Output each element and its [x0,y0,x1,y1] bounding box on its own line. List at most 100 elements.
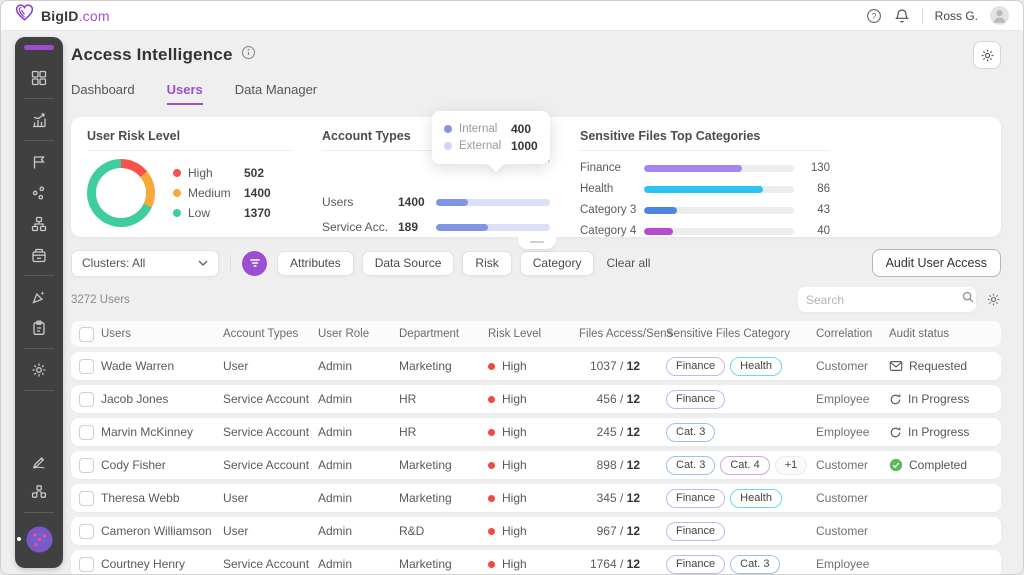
tab-users[interactable]: Users [167,82,203,105]
cell-user-name: Cameron Williamson [101,524,223,538]
clear-all-button[interactable]: Clear all [606,256,650,270]
table-row[interactable]: Cody Fisher Service Account Admin Market… [71,451,1001,479]
column-files-access[interactable]: Files Access/Sens [579,328,666,340]
cell-department: Marketing [399,491,488,505]
filter-chip-data-source[interactable]: Data Source [362,251,455,276]
flag-icon[interactable] [22,146,56,177]
category-chip[interactable]: Cat. 4 [720,456,769,475]
users-count: 3272 Users [71,294,130,306]
search-icon[interactable] [961,290,975,309]
column-users[interactable]: Users [101,328,223,340]
filter-chip-risk[interactable]: Risk [462,251,511,276]
category-chip[interactable]: Finance [666,357,725,376]
sync-icon [889,393,902,406]
dashboard-icon[interactable] [22,62,56,93]
analytics-icon[interactable] [22,104,56,135]
cell-files-access: 1037 / 12 [579,359,666,373]
cell-user-name: Courtney Henry [101,557,223,571]
table-row[interactable]: Marvin McKinney Service Account Admin HR… [71,418,1001,446]
sidebar-accent-bar [24,45,54,50]
cell-risk-level: High [488,425,579,439]
table-row[interactable]: Wade Warren User Admin Marketing High 10… [71,352,1001,380]
signature-pen-icon[interactable] [22,445,56,476]
clusters-dropdown[interactable]: Clusters: All [71,250,219,277]
column-correlation[interactable]: Correlation [816,328,889,340]
org-chart-icon[interactable] [22,208,56,239]
user-avatar[interactable] [990,6,1009,25]
category-chip[interactable]: Finance [666,522,725,541]
cell-sensitive-categories: Finance [666,522,816,541]
table-settings-icon[interactable] [986,292,1001,307]
row-checkbox[interactable] [79,392,94,407]
help-icon[interactable]: ? [866,8,882,24]
category-chip[interactable]: Finance [666,390,725,409]
table-row[interactable]: Cameron Williamson User Admin R&D High 9… [71,517,1001,545]
category-chip[interactable]: Finance [666,555,725,574]
row-checkbox[interactable] [79,557,94,572]
panel-collapse-handle[interactable] [518,237,556,249]
filter-chip-category[interactable]: Category [520,251,595,276]
cluster-dots-icon[interactable] [22,177,56,208]
clipboard-icon[interactable] [22,312,56,343]
notifications-bell-icon[interactable] [894,8,910,24]
cell-files-access: 967 / 12 [579,524,666,538]
cell-sensitive-categories: Finance [666,390,816,409]
table-row[interactable]: Theresa Webb User Admin Marketing High 3… [71,484,1001,512]
integrations-icon[interactable] [22,476,56,507]
column-user-role[interactable]: User Role [318,328,399,340]
users-table: Users Account Types User Role Department… [71,321,1001,575]
category-chip[interactable]: Health [730,357,782,376]
sync-icon [889,426,902,439]
left-sidebar [15,37,63,568]
bigid-logo[interactable]: BigID.com [15,4,110,27]
category-chip[interactable]: Cat. 3 [666,423,715,442]
more-chip[interactable]: +1 [775,456,808,475]
category-chip[interactable]: Cat. 3 [666,456,715,475]
bigid-heart-icon [15,4,34,27]
filter-chip-attributes[interactable]: Attributes [277,251,354,276]
column-department[interactable]: Department [399,328,488,340]
row-checkbox[interactable] [79,425,94,440]
column-account-types[interactable]: Account Types [223,328,318,340]
row-checkbox[interactable] [79,458,94,473]
audit-user-access-button[interactable]: Audit User Access [872,249,1001,277]
cell-correlation: Customer [816,458,889,472]
column-audit-status[interactable]: Audit status [889,328,1001,340]
settings-gear-icon[interactable] [22,354,56,385]
envelope-icon [889,359,903,373]
user-name: Ross G. [935,9,978,23]
table-row[interactable]: Courtney Henry Service Account Admin Mar… [71,550,1001,575]
explore-icon[interactable] [22,281,56,312]
table-row[interactable]: Jacob Jones Service Account Admin HR Hig… [71,385,1001,413]
cell-audit-status: Completed [889,458,1001,472]
tab-dashboard[interactable]: Dashboard [71,82,135,105]
workspace-avatar[interactable] [26,526,53,558]
category-chip[interactable]: Finance [666,489,725,508]
cell-account-type: Service Account [223,458,318,472]
stacked-bar [436,224,550,231]
row-checkbox[interactable] [79,359,94,374]
cell-sensitive-categories: Cat. 3 Cat. 4 +1 [666,456,816,475]
page-settings-button[interactable] [973,41,1001,69]
category-chip[interactable]: Health [730,489,782,508]
filter-funnel-icon[interactable] [242,251,267,276]
info-icon[interactable] [241,45,256,65]
cell-department: Marketing [399,359,488,373]
stacked-bar [436,199,550,206]
row-checkbox[interactable] [79,524,94,539]
select-all-checkbox[interactable] [79,327,94,342]
cell-risk-level: High [488,524,579,538]
risk-dot [488,429,495,436]
category-chip[interactable]: Cat. 3 [730,555,779,574]
inventory-icon[interactable] [22,239,56,270]
column-risk-level[interactable]: Risk Level [488,328,579,340]
cell-department: R&D [399,524,488,538]
cell-account-type: Service Account [223,392,318,406]
cell-user-role: Admin [318,392,399,406]
tab-data-manager[interactable]: Data Manager [235,82,317,105]
search-input[interactable] [806,293,961,307]
row-checkbox[interactable] [79,491,94,506]
cell-department: HR [399,392,488,406]
column-sensitive-files-category[interactable]: Sensitive Files Category [666,328,816,340]
topbar-divider [922,8,923,24]
